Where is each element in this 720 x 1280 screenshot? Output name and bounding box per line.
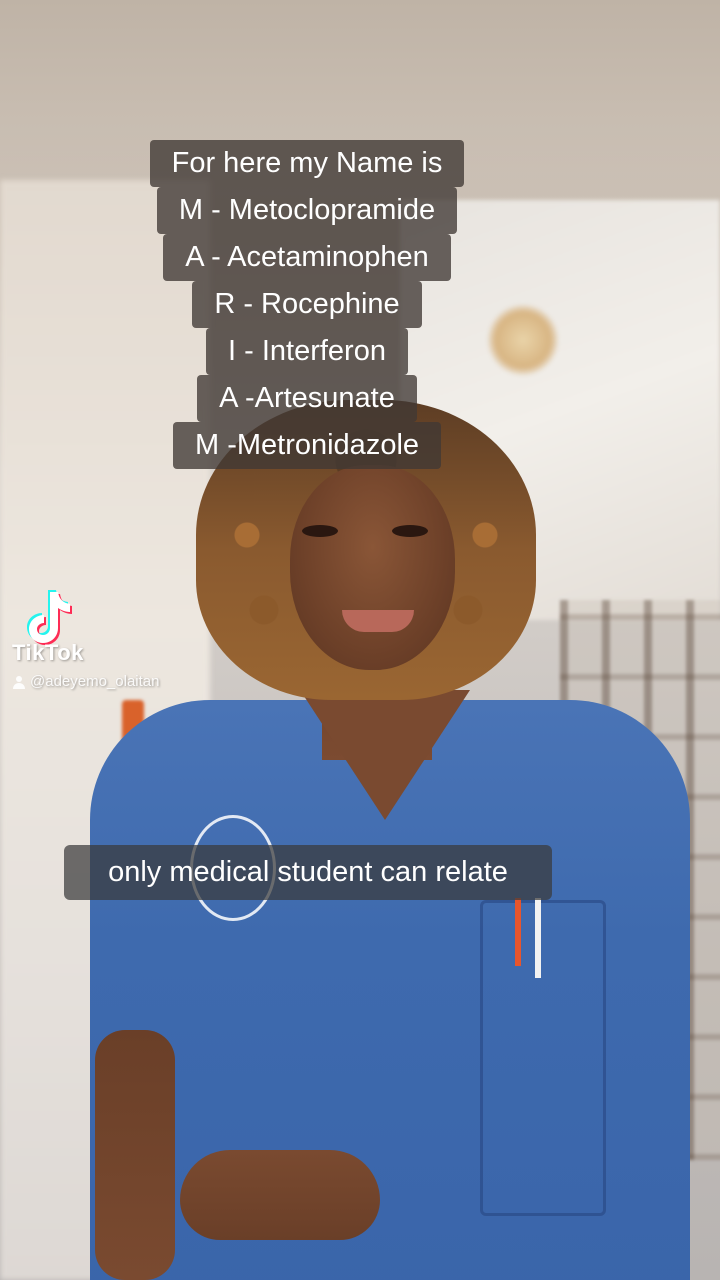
left-eye [302, 525, 338, 537]
tiktok-wordmark: TikTok [12, 640, 84, 665]
red-pen [515, 898, 521, 966]
name-line-r: R - Rocephine [192, 281, 422, 328]
name-line-i: I - Interferon [206, 328, 408, 375]
scrubs-vneck [300, 690, 470, 820]
name-line-a2: A -Artesunate [197, 375, 417, 422]
creator-username[interactable]: @adeyemo_olaitan [12, 673, 159, 690]
name-acronym-overlay: For here my Name is M - Metoclopramide A… [0, 140, 614, 469]
name-line-m1: M - Metoclopramide [156, 187, 458, 234]
face [290, 465, 455, 670]
right-eye [392, 525, 428, 537]
left-arm [95, 1030, 175, 1280]
name-line-m2: M -Metronidazole [172, 422, 442, 469]
username-label: @adeyemo_olaitan [30, 673, 160, 690]
name-line-intro: For here my Name is [149, 140, 465, 187]
name-line-a1: A - Acetaminophen [163, 234, 451, 281]
mouth [342, 610, 414, 632]
user-icon [13, 675, 25, 689]
scrubs-pocket [480, 900, 606, 1216]
hand [180, 1150, 380, 1240]
caption-text: only medical student can relate [64, 845, 552, 900]
white-pen [535, 898, 541, 978]
